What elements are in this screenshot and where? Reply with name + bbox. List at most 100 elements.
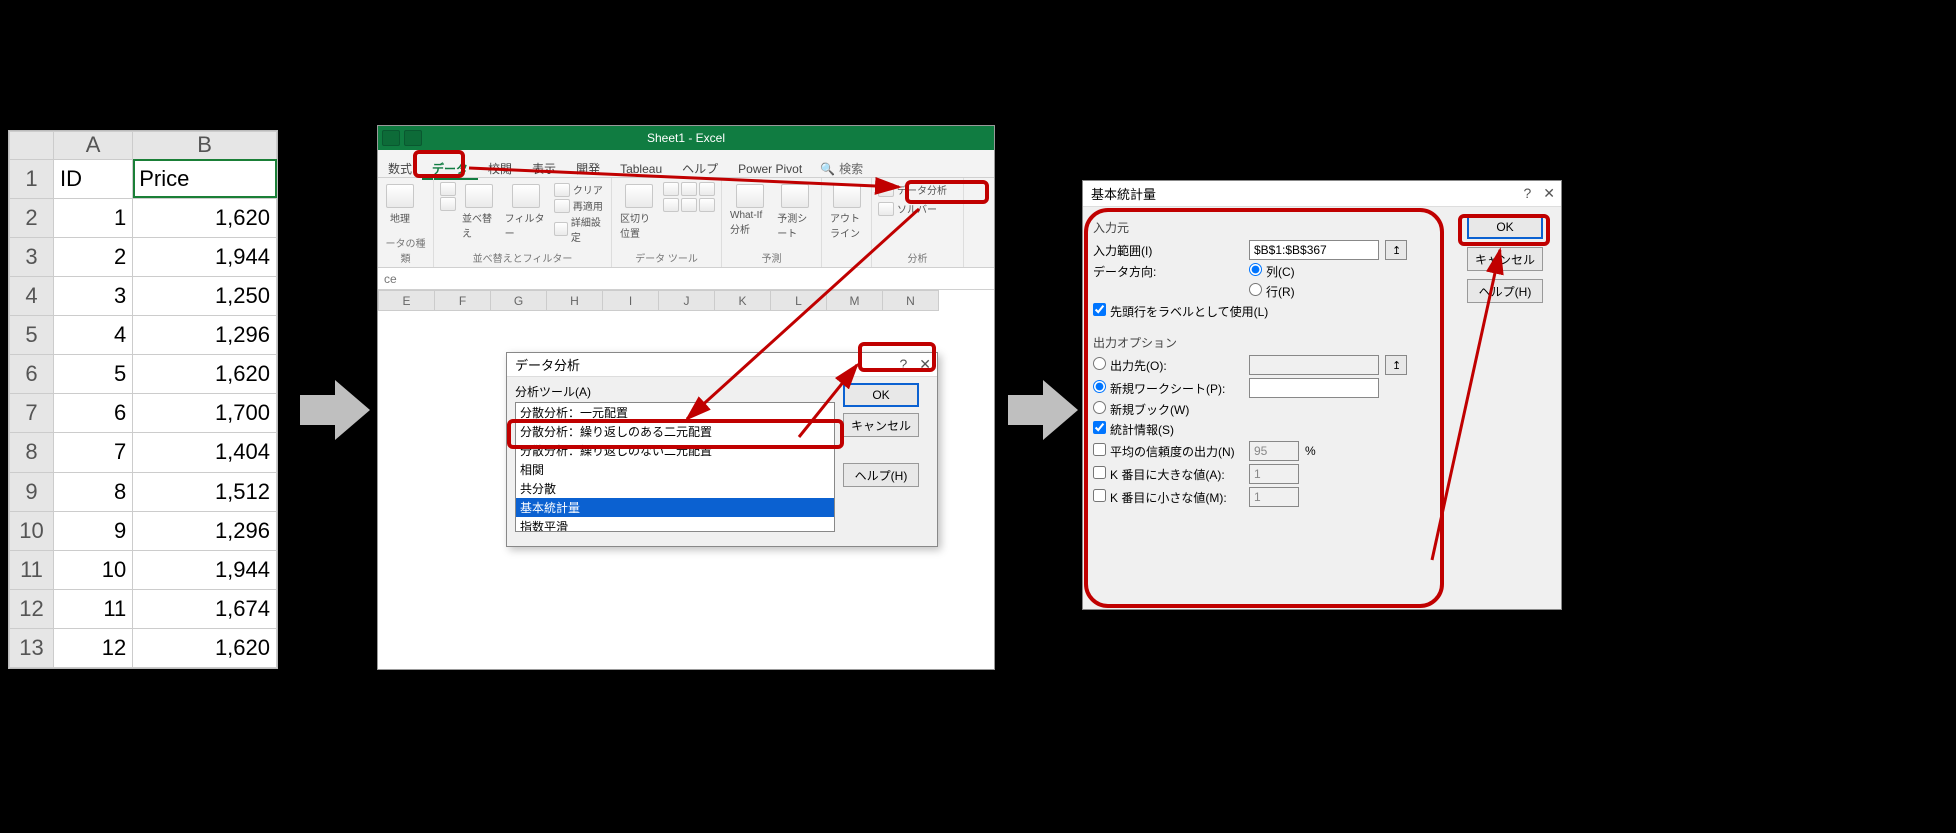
- orient-col-radio[interactable]: 列(C): [1249, 263, 1295, 280]
- list-item[interactable]: 分散分析：一元配置: [516, 403, 834, 422]
- row-header[interactable]: 9: [10, 472, 54, 511]
- reapply-filter[interactable]: 再適用: [554, 198, 605, 213]
- cell[interactable]: 1,620: [133, 628, 277, 667]
- cell[interactable]: ID: [54, 159, 133, 198]
- col-header[interactable]: N: [883, 291, 939, 311]
- row-header[interactable]: 12: [10, 589, 54, 628]
- new-worksheet-radio[interactable]: 新規ワークシート(P):: [1093, 380, 1243, 397]
- ribbon-tab[interactable]: Tableau: [610, 158, 672, 178]
- output-range-picker[interactable]: ↥: [1385, 355, 1407, 375]
- row-header[interactable]: 10: [10, 511, 54, 550]
- whatif-button[interactable]: What-If 分析: [728, 182, 771, 238]
- ok-button[interactable]: OK: [1467, 215, 1543, 239]
- input-range-field[interactable]: [1249, 240, 1379, 260]
- text-to-columns-button[interactable]: 区切り位置: [618, 182, 659, 242]
- col-header[interactable]: K: [715, 291, 771, 311]
- cell[interactable]: 6: [54, 394, 133, 433]
- list-item[interactable]: 指数平滑: [516, 517, 834, 532]
- cell[interactable]: 1,620: [133, 198, 277, 237]
- cell[interactable]: 7: [54, 433, 133, 472]
- cell[interactable]: 2: [54, 237, 133, 276]
- cell[interactable]: 1,944: [133, 237, 277, 276]
- labels-first-checkbox[interactable]: 先頭行をラベルとして使用(L): [1093, 303, 1268, 320]
- cell[interactable]: 1,296: [133, 316, 277, 355]
- list-item[interactable]: 分散分析：繰り返しのある二元配置: [516, 422, 834, 441]
- cell[interactable]: 1,512: [133, 472, 277, 511]
- cell[interactable]: 12: [54, 628, 133, 667]
- cell[interactable]: 3: [54, 277, 133, 316]
- data-analysis-button[interactable]: データ分析: [878, 182, 947, 197]
- validation-icon[interactable]: [699, 182, 715, 196]
- close-icon[interactable]: ✕: [1543, 185, 1555, 202]
- list-item[interactable]: 分散分析：繰り返しのない二元配置: [516, 441, 834, 460]
- sort-za-icon[interactable]: [440, 197, 456, 211]
- cell[interactable]: 9: [54, 511, 133, 550]
- help-button[interactable]: ヘルプ(H): [843, 463, 919, 487]
- sort-az-icon[interactable]: [440, 182, 456, 196]
- cell[interactable]: Price: [133, 159, 277, 198]
- cell[interactable]: 1,674: [133, 589, 277, 628]
- relations-icon[interactable]: [681, 198, 697, 212]
- remove-dup-icon[interactable]: [681, 182, 697, 196]
- list-item[interactable]: 基本統計量: [516, 498, 834, 517]
- cell[interactable]: 1,250: [133, 277, 277, 316]
- manage-model-icon[interactable]: [699, 198, 715, 212]
- cancel-button[interactable]: キャンセル: [1467, 247, 1543, 271]
- col-header[interactable]: F: [435, 291, 491, 311]
- col-header[interactable]: I: [603, 291, 659, 311]
- new-workbook-radio[interactable]: 新規ブック(W): [1093, 401, 1189, 418]
- help-icon[interactable]: ?: [899, 356, 907, 373]
- cell[interactable]: 1,296: [133, 511, 277, 550]
- flash-fill-icon[interactable]: [663, 182, 679, 196]
- advanced-filter[interactable]: 詳細設定: [554, 214, 605, 244]
- row-header[interactable]: 1: [10, 159, 54, 198]
- close-icon[interactable]: ✕: [919, 356, 931, 373]
- worksheet-grid[interactable]: EFGHIJKLMN データ分析 ? ✕ 分析ツール(A) 分散分析：一元配置分…: [378, 290, 994, 670]
- row-header[interactable]: 6: [10, 355, 54, 394]
- cell[interactable]: 1,700: [133, 394, 277, 433]
- col-header[interactable]: M: [827, 291, 883, 311]
- row-header[interactable]: 4: [10, 277, 54, 316]
- orient-row-radio[interactable]: 行(R): [1249, 283, 1295, 300]
- list-item[interactable]: 共分散: [516, 479, 834, 498]
- col-header[interactable]: L: [771, 291, 827, 311]
- row-header[interactable]: 2: [10, 198, 54, 237]
- solver-button[interactable]: ソルバー: [878, 201, 947, 216]
- row-header[interactable]: 5: [10, 316, 54, 355]
- col-header[interactable]: E: [379, 291, 435, 311]
- filter-button[interactable]: フィルター: [503, 182, 550, 242]
- consolidate-icon[interactable]: [663, 198, 679, 212]
- list-item[interactable]: 相関: [516, 460, 834, 479]
- ribbon-tab[interactable]: Power Pivot: [728, 158, 812, 178]
- row-header[interactable]: 8: [10, 433, 54, 472]
- row-header[interactable]: 13: [10, 628, 54, 667]
- sort-button[interactable]: 並べ替え: [460, 182, 499, 242]
- help-button[interactable]: ヘルプ(H): [1467, 279, 1543, 303]
- cell[interactable]: 1: [54, 198, 133, 237]
- ribbon-tab[interactable]: 表示: [522, 158, 566, 178]
- tell-me-search[interactable]: 🔍 検索: [820, 160, 863, 177]
- cell[interactable]: 1,620: [133, 355, 277, 394]
- new-worksheet-field[interactable]: [1249, 378, 1379, 398]
- cell[interactable]: 10: [54, 550, 133, 589]
- row-header[interactable]: 11: [10, 550, 54, 589]
- confidence-checkbox[interactable]: 平均の信頼度の出力(N): [1093, 443, 1243, 460]
- col-header[interactable]: H: [547, 291, 603, 311]
- col-header-A[interactable]: A: [54, 132, 133, 160]
- tools-listbox[interactable]: 分散分析：一元配置分散分析：繰り返しのある二元配置分散分析：繰り返しのない二元配…: [515, 402, 835, 532]
- kth-small-checkbox[interactable]: K 番目に小さな値(M):: [1093, 489, 1243, 506]
- select-all-corner[interactable]: [10, 132, 54, 160]
- summary-checkbox[interactable]: 統計情報(S): [1093, 421, 1174, 438]
- help-icon[interactable]: ?: [1523, 185, 1531, 202]
- save-icon[interactable]: [404, 130, 422, 146]
- output-range-radio[interactable]: 出力先(O):: [1093, 357, 1243, 374]
- ribbon-tab[interactable]: ヘルプ: [672, 158, 728, 178]
- cell[interactable]: 5: [54, 355, 133, 394]
- ribbon-tab[interactable]: 開発: [566, 158, 610, 178]
- cell[interactable]: 1,404: [133, 433, 277, 472]
- clear-filter[interactable]: クリア: [554, 182, 605, 197]
- col-header[interactable]: J: [659, 291, 715, 311]
- ribbon-tab[interactable]: データ: [422, 158, 478, 180]
- row-header[interactable]: 7: [10, 394, 54, 433]
- cell[interactable]: 8: [54, 472, 133, 511]
